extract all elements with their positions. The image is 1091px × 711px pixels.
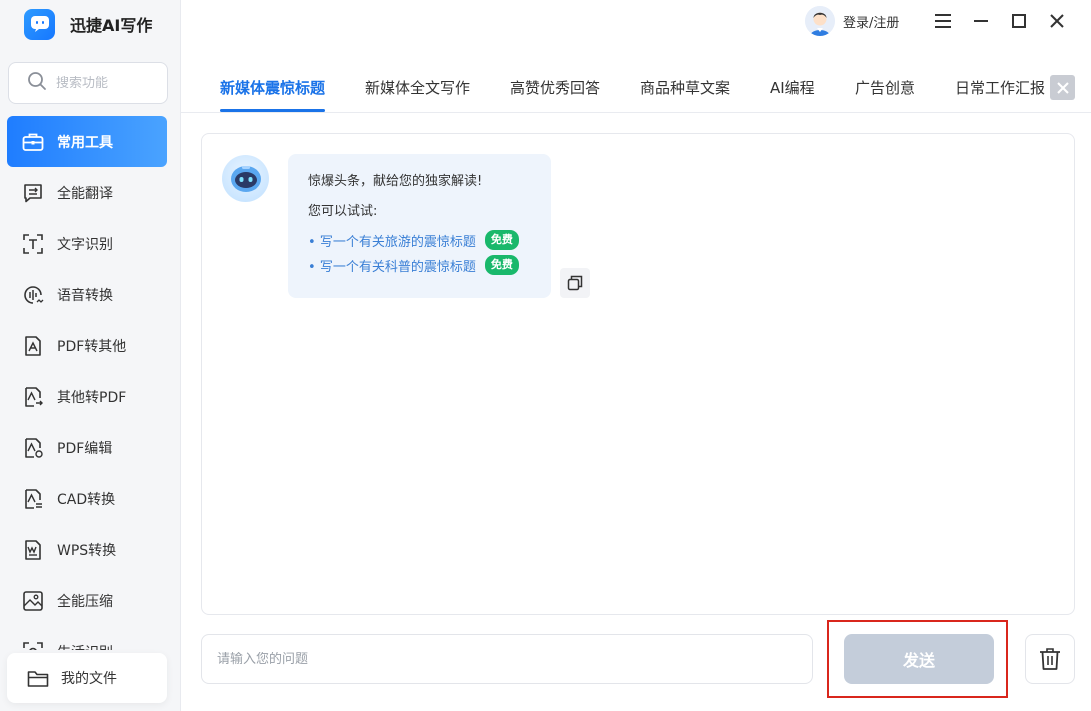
tab-daily-report[interactable]: 日常工作汇报 bbox=[955, 77, 1045, 98]
my-files-button[interactable]: 我的文件 bbox=[7, 653, 167, 703]
sidebar-item-translate[interactable]: 全能翻译 bbox=[7, 167, 167, 218]
copy-icon[interactable] bbox=[560, 268, 590, 298]
send-button[interactable]: 发送 bbox=[844, 634, 994, 684]
voice-convert-icon bbox=[21, 283, 45, 307]
sidebar-item-other-to-pdf[interactable]: 其他转PDF bbox=[7, 371, 167, 422]
robot-avatar-icon bbox=[222, 155, 269, 202]
free-badge: 免费 bbox=[484, 230, 519, 250]
suggestion-text[interactable]: 写一个有关旅游的震惊标题 bbox=[308, 231, 476, 250]
bot-greeting: 惊爆头条，献给您的独家解读! bbox=[308, 174, 483, 189]
sidebar-item-label: WPS转换 bbox=[57, 542, 117, 559]
sidebar-item-compress[interactable]: 全能压缩 bbox=[7, 575, 167, 626]
sidebar-item-label: 常用工具 bbox=[57, 134, 113, 151]
suggestion-item[interactable]: 写一个有关科普的震惊标题 免费 bbox=[308, 254, 531, 276]
search-input[interactable] bbox=[56, 75, 156, 91]
tab-shock-title[interactable]: 新媒体震惊标题 bbox=[220, 77, 326, 112]
sidebar-item-label: 全能压缩 bbox=[57, 593, 113, 610]
sidebar-nav: 常用工具 全能翻译 文字识别 语音转换 PDF转其他 其他转PDF PDF编辑 … bbox=[0, 116, 181, 650]
sidebar-item-cad[interactable]: CAD转换 bbox=[7, 473, 167, 524]
sidebar-item-label: 生活识别 bbox=[57, 642, 113, 651]
wps-convert-icon bbox=[21, 538, 45, 562]
brand: 迅捷AI写作 bbox=[24, 8, 153, 40]
sidebar-item-label: 全能翻译 bbox=[57, 185, 113, 202]
trash-icon[interactable] bbox=[1025, 634, 1075, 684]
sidebar-item-label: 其他转PDF bbox=[57, 389, 127, 406]
sidebar: 迅捷AI写作 常用工具 全能翻译 文字识别 bbox=[0, 0, 181, 711]
free-badge: 免费 bbox=[484, 255, 519, 275]
tab-full-article[interactable]: 新媒体全文写作 bbox=[365, 77, 470, 98]
tab-bar: 新媒体震惊标题 新媒体全文写作 高赞优秀回答 商品种草文案 AI编程 广告创意 … bbox=[181, 65, 1091, 113]
my-files-label: 我的文件 bbox=[61, 671, 117, 687]
compress-icon bbox=[21, 589, 45, 613]
sidebar-item-label: 文字识别 bbox=[57, 236, 113, 253]
try-label: 您可以试试: bbox=[308, 204, 378, 219]
text-recognition-icon bbox=[21, 232, 45, 256]
folder-icon bbox=[27, 667, 49, 689]
question-input[interactable] bbox=[217, 651, 812, 667]
sidebar-item-wps[interactable]: WPS转换 bbox=[7, 524, 167, 575]
search-icon bbox=[27, 71, 47, 95]
user-login[interactable]: 登录/注册 bbox=[805, 6, 899, 36]
suggestion-item[interactable]: 写一个有关旅游的震惊标题 免费 bbox=[308, 229, 531, 251]
login-link[interactable]: 登录/注册 bbox=[843, 12, 899, 31]
tab-top-answer[interactable]: 高赞优秀回答 bbox=[510, 77, 600, 98]
sidebar-item-ocr[interactable]: 文字识别 bbox=[7, 218, 167, 269]
sidebar-item-label: CAD转换 bbox=[57, 491, 116, 508]
close-icon[interactable] bbox=[1050, 75, 1075, 100]
cad-convert-icon bbox=[21, 487, 45, 511]
sidebar-item-life-recognition[interactable]: 生活识别 bbox=[7, 626, 167, 650]
sidebar-item-label: 语音转换 bbox=[57, 287, 113, 304]
sidebar-item-pdf-to-other[interactable]: PDF转其他 bbox=[7, 320, 167, 371]
maximize-icon[interactable] bbox=[1009, 11, 1029, 31]
sidebar-item-label: PDF转其他 bbox=[57, 338, 127, 355]
avatar bbox=[805, 6, 835, 36]
chat-panel: 惊爆头条，献给您的独家解读! 您可以试试: 写一个有关旅游的震惊标题 免费 写一… bbox=[201, 133, 1075, 615]
pdf-convert-icon bbox=[21, 334, 45, 358]
sidebar-item-label: PDF编辑 bbox=[57, 440, 113, 457]
bot-message-bubble: 惊爆头条，献给您的独家解读! 您可以试试: 写一个有关旅游的震惊标题 免费 写一… bbox=[288, 154, 551, 298]
minimize-icon[interactable] bbox=[971, 11, 991, 31]
menu-icon[interactable] bbox=[933, 11, 953, 31]
app-title: 迅捷AI写作 bbox=[70, 16, 153, 35]
pdf-edit-icon bbox=[21, 436, 45, 460]
title-bar: 登录/注册 bbox=[181, 0, 1091, 44]
search-box[interactable] bbox=[8, 62, 168, 104]
tab-ai-coding[interactable]: AI编程 bbox=[770, 77, 815, 98]
app-logo-icon bbox=[24, 8, 55, 40]
close-icon[interactable] bbox=[1047, 11, 1067, 31]
question-input-box[interactable] bbox=[201, 634, 813, 684]
life-recognition-icon bbox=[21, 640, 45, 650]
suggestion-text[interactable]: 写一个有关科普的震惊标题 bbox=[308, 256, 476, 275]
to-pdf-icon bbox=[21, 385, 45, 409]
tab-product-copy[interactable]: 商品种草文案 bbox=[640, 77, 730, 98]
sidebar-item-common-tools[interactable]: 常用工具 bbox=[7, 116, 167, 167]
toolbox-icon bbox=[21, 130, 45, 154]
translate-icon bbox=[21, 181, 45, 205]
tab-ad-creative[interactable]: 广告创意 bbox=[855, 77, 915, 98]
sidebar-item-pdf-edit[interactable]: PDF编辑 bbox=[7, 422, 167, 473]
sidebar-item-voice[interactable]: 语音转换 bbox=[7, 269, 167, 320]
